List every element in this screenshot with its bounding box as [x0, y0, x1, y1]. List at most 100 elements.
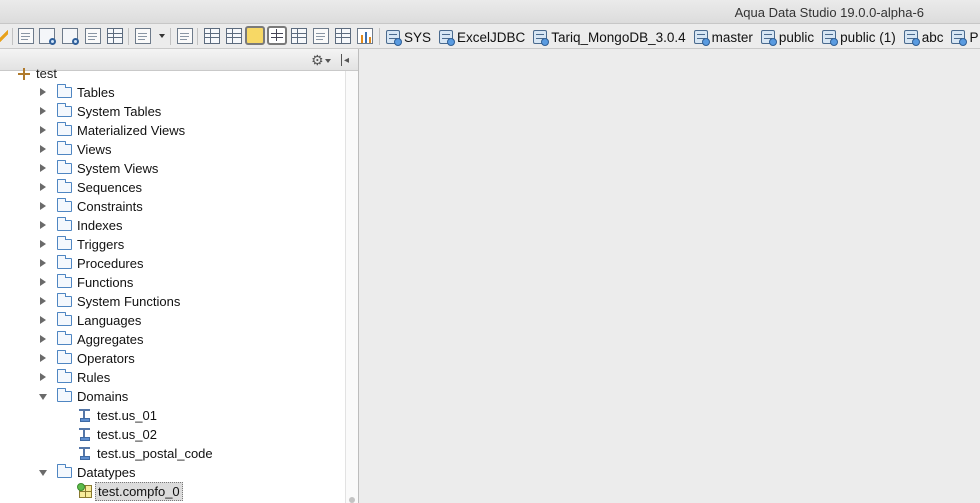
tree-folder[interactable]: Languages [0, 311, 345, 330]
form-icon[interactable] [245, 26, 265, 45]
tree-folder-label: System Views [77, 161, 159, 176]
datatype-icon [77, 483, 92, 498]
expand-arrow-icon[interactable] [40, 88, 46, 96]
server-bookmark-public[interactable]: public [760, 29, 815, 46]
report-icon[interactable] [85, 28, 101, 44]
tree-icon[interactable] [291, 28, 307, 44]
tree-folder[interactable]: Functions [0, 273, 345, 292]
history-icon[interactable] [177, 28, 193, 44]
tree-folder[interactable]: Constraints [0, 197, 345, 216]
search-icon[interactable] [62, 28, 79, 45]
expand-arrow-icon[interactable] [40, 145, 46, 153]
tree-domain-item[interactable]: test.us_01 [0, 406, 345, 425]
tree-folder[interactable]: Triggers [0, 235, 345, 254]
server-bookmark-abc[interactable]: abc [903, 30, 943, 46]
grid-icon[interactable] [204, 28, 220, 44]
tree-folder[interactable]: Indexes [0, 216, 345, 235]
expand-arrow-icon[interactable] [40, 354, 46, 362]
tree-folder[interactable]: Procedures [0, 254, 345, 273]
tree-folder[interactable]: Aggregates [0, 330, 345, 349]
tree-folder-label: Triggers [77, 237, 125, 252]
collapse-panel-icon[interactable]: ◂ [340, 54, 352, 66]
folder-icon [57, 464, 72, 478]
toolbar-separator [170, 28, 171, 45]
expand-arrow-icon[interactable] [40, 316, 46, 324]
collapse-arrow-icon[interactable] [39, 394, 47, 400]
expand-arrow-icon[interactable] [40, 335, 46, 343]
tree-folder-label: Sequences [77, 180, 143, 195]
server-icon [951, 30, 968, 46]
workspace-area [360, 49, 980, 503]
folder-icon [57, 236, 72, 250]
scrollbar-thumb[interactable] [349, 497, 355, 503]
server-bookmark-exceljdbc[interactable]: ExcelJDBC [439, 30, 525, 46]
query-icon[interactable] [18, 28, 34, 44]
gear-icon[interactable]: ⚙ [311, 53, 324, 67]
compare-icon[interactable] [39, 28, 56, 45]
toolbar-separator [379, 28, 380, 45]
tree-folder[interactable]: System Views [0, 159, 345, 178]
tree-folder[interactable]: Tables [0, 83, 345, 102]
chevron-down-icon[interactable] [159, 34, 165, 38]
tree-folder[interactable]: Rules [0, 368, 345, 387]
tree-folder[interactable]: Materialized Views [0, 121, 345, 140]
list-icon[interactable] [313, 28, 329, 44]
server-bookmark-sys[interactable]: SYS [386, 30, 431, 46]
tree-domain-item[interactable]: test.us_postal_code [0, 444, 345, 463]
expand-arrow-icon[interactable] [40, 221, 46, 229]
server-bookmarks: SYS ExcelJDBC Tariq_MongoDB_3.0.4 master… [386, 28, 979, 46]
folder-icon [57, 369, 72, 383]
tree-folder[interactable]: System Tables [0, 102, 345, 121]
tree-folder[interactable]: System Functions [0, 292, 345, 311]
pivot-icon[interactable] [226, 28, 242, 44]
tree-folder-datatypes[interactable]: Datatypes [0, 463, 345, 482]
expand-arrow-icon[interactable] [40, 126, 46, 134]
expand-arrow-icon[interactable] [40, 183, 46, 191]
split-icon[interactable] [335, 28, 351, 44]
new-file-icon[interactable] [135, 28, 151, 44]
server-label: public [778, 29, 815, 45]
server-icon [903, 30, 920, 46]
expand-arrow-icon[interactable] [40, 240, 46, 248]
tree-folder-label: Views [77, 142, 112, 157]
tree-domain-item[interactable]: test.us_02 [0, 425, 345, 444]
main-toolbar: SYS ExcelJDBC Tariq_MongoDB_3.0.4 master… [0, 24, 980, 49]
expand-arrow-icon[interactable] [40, 259, 46, 267]
tree-folder-label: Constraints [77, 199, 143, 214]
tree-folder[interactable]: Views [0, 140, 345, 159]
server-icon [533, 30, 550, 46]
tree-root-node[interactable]: test [18, 66, 57, 81]
tree-datatype-item[interactable]: test.compfo_0 [0, 482, 345, 501]
schema-icon[interactable] [107, 28, 123, 44]
tree-folder[interactable]: Operators [0, 349, 345, 368]
table-icon[interactable] [267, 26, 287, 45]
server-label: master [711, 29, 753, 45]
window-title: Aqua Data Studio 19.0.0-alpha-6 [734, 5, 924, 20]
folder-icon [57, 122, 72, 136]
folder-icon [57, 331, 72, 345]
tree-folder-label: Languages [77, 313, 142, 328]
tree-item-label-selected: test.compfo_0 [95, 482, 183, 501]
server-bookmark-p[interactable]: P [951, 30, 979, 46]
chevron-down-icon[interactable] [325, 59, 331, 63]
server-icon [439, 30, 456, 46]
chart-icon[interactable] [357, 28, 373, 44]
expand-arrow-icon[interactable] [40, 278, 46, 286]
tree-folder-label: Datatypes [77, 465, 136, 480]
collapse-arrow-icon[interactable] [39, 470, 47, 476]
tree-folder-label: Materialized Views [77, 123, 186, 138]
expand-arrow-icon[interactable] [40, 202, 46, 210]
expand-arrow-icon[interactable] [40, 107, 46, 115]
server-bookmark-mongodb[interactable]: Tariq_MongoDB_3.0.4 [533, 30, 686, 46]
expand-arrow-icon[interactable] [40, 373, 46, 381]
expand-arrow-icon[interactable] [40, 164, 46, 172]
folder-icon [57, 388, 72, 402]
server-bookmark-public-1[interactable]: public (1) [822, 30, 896, 46]
tree-folder[interactable]: Sequences [0, 178, 345, 197]
wand-icon[interactable] [0, 28, 8, 44]
server-icon [693, 30, 710, 46]
tree-scrollbar[interactable] [345, 71, 358, 503]
tree-folder-domains[interactable]: Domains [0, 387, 345, 406]
expand-arrow-icon[interactable] [40, 297, 46, 305]
server-bookmark-master[interactable]: master [693, 29, 753, 46]
